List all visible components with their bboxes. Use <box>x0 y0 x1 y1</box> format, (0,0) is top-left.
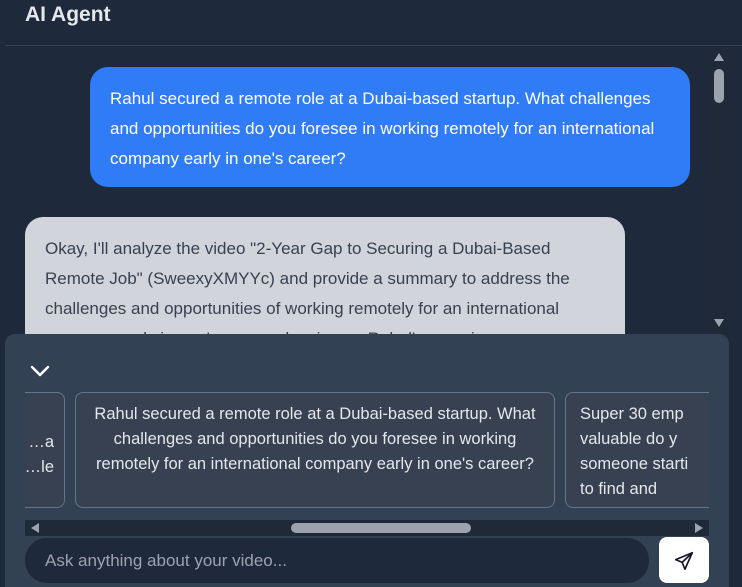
chat-scrollbar[interactable] <box>710 47 728 335</box>
suggestion-text: …a …le <box>25 433 54 476</box>
agent-message: Okay, I'll analyze the video "2-Year Gap… <box>25 217 625 335</box>
suggestion-card[interactable]: …a …le <box>25 392 65 508</box>
scroll-right-icon[interactable] <box>695 523 703 533</box>
suggestion-text: Rahul secured a remote role at a Dubai-b… <box>94 405 536 473</box>
chat-area[interactable]: Rahul secured a remote role at a Dubai-b… <box>0 47 742 335</box>
suggestion-scrollbar[interactable] <box>25 520 709 536</box>
chat-input-container <box>25 538 649 583</box>
chevron-down-icon[interactable] <box>29 362 51 380</box>
suggestion-card[interactable]: Super 30 emp valuable do y someone start… <box>565 392 709 508</box>
suggestions-panel: …a …le Rahul secured a remote role at a … <box>5 334 729 587</box>
suggestion-card[interactable]: Rahul secured a remote role at a Dubai-b… <box>75 392 555 508</box>
scroll-down-icon[interactable] <box>714 319 724 327</box>
app-header: AI Agent <box>5 0 742 46</box>
app-title: AI Agent <box>25 3 111 26</box>
chat-input[interactable] <box>25 538 649 583</box>
user-message: Rahul secured a remote role at a Dubai-b… <box>90 67 690 187</box>
scrollbar-thumb[interactable] <box>714 69 724 103</box>
scrollbar-thumb[interactable] <box>291 523 471 533</box>
scroll-up-icon[interactable] <box>714 53 724 61</box>
send-button[interactable] <box>659 537 709 583</box>
send-icon <box>674 551 694 571</box>
scroll-left-icon[interactable] <box>31 523 39 533</box>
suggestion-carousel[interactable]: …a …le Rahul secured a remote role at a … <box>25 392 709 510</box>
suggestion-text: Super 30 emp valuable do y someone start… <box>580 405 689 498</box>
